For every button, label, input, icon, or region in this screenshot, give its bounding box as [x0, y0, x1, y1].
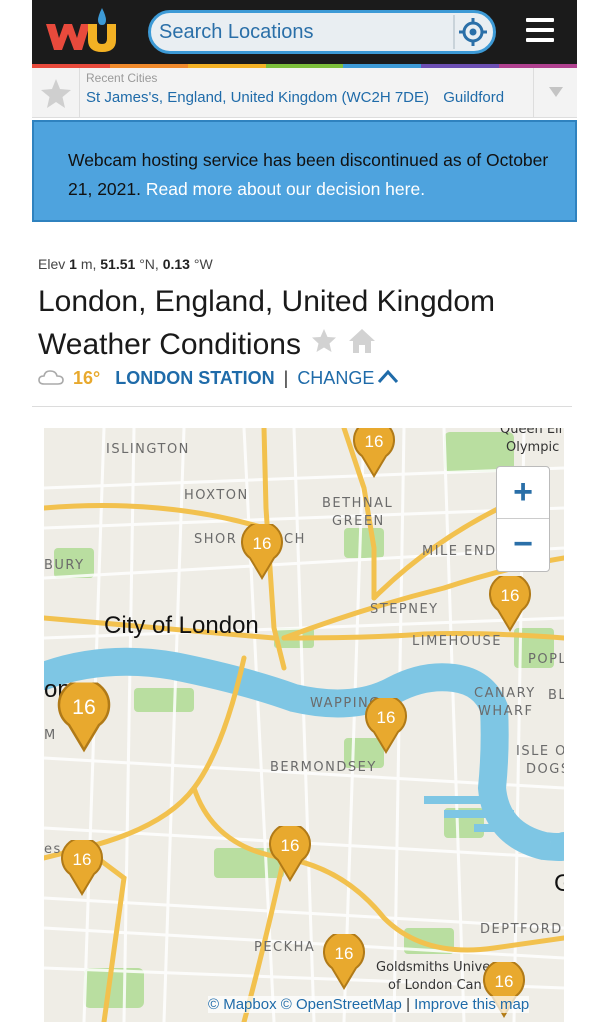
chevron-up-icon: [378, 369, 399, 384]
latitude-value: 51.51: [100, 256, 136, 272]
station-pin[interactable]: 16: [352, 428, 396, 478]
map-label: POPL: [528, 652, 564, 667]
map-label: ISLINGTON: [106, 442, 190, 457]
locate-button[interactable]: [453, 15, 489, 49]
recent-cities-label: Recent Cities: [86, 71, 158, 85]
elevation-value: 1: [69, 256, 77, 272]
station-pin[interactable]: 16: [268, 823, 312, 882]
map-label: CH: [284, 532, 306, 547]
app-frame: Recent Cities St James's, England, Unite…: [32, 0, 577, 1024]
favorite-location-button[interactable]: [309, 325, 339, 368]
map-label: Olympic: [506, 440, 560, 455]
map-label: BURY: [44, 558, 85, 573]
triangle-down-icon: [549, 87, 563, 97]
pin-temperature: 16: [500, 586, 520, 605]
openstreetmap-link[interactable]: © OpenStreetMap: [281, 996, 402, 1013]
star-icon: [311, 328, 336, 352]
home-icon: [348, 328, 375, 353]
page: Recent Cities St James's, England, Unite…: [0, 0, 608, 1024]
set-home-button[interactable]: [347, 325, 377, 368]
wu-logo[interactable]: [42, 6, 122, 58]
station-pin[interactable]: 16: [364, 695, 408, 754]
map-label: Goldsmiths Unive: [376, 960, 491, 975]
station-row: 16° LONDON STATION | CHANGE: [38, 368, 400, 390]
map-label: ISLE O: [516, 744, 564, 759]
star-icon: [41, 79, 71, 108]
map-label: BL: [548, 688, 564, 703]
map-label: BERMONDSEY: [270, 760, 377, 775]
map-label: Queen Eli: [500, 428, 563, 437]
map-label: SHOR: [194, 532, 238, 547]
station-pin-selected[interactable]: 16: [57, 678, 112, 753]
station-name-link[interactable]: LONDON STATION: [115, 368, 274, 388]
notice-text: Webcam hosting service has been disconti…: [68, 146, 558, 204]
crosshair-icon: [459, 18, 487, 46]
map-label: STEPNEY: [370, 602, 439, 617]
map-label: CANARY: [474, 686, 536, 701]
station-pin[interactable]: 16: [60, 837, 104, 896]
map-label: BETHNAL: [322, 496, 394, 511]
map-label: M: [44, 728, 57, 743]
menu-button[interactable]: [526, 18, 556, 46]
divider: [32, 406, 572, 407]
pin-temperature: 16: [334, 944, 354, 963]
map-label: LIMEHOUSE: [412, 634, 502, 649]
pin-temperature: 16: [72, 850, 92, 869]
pin-temperature: 16: [364, 432, 384, 451]
recent-city-link[interactable]: St James's, England, United Kingdom (WC2…: [86, 89, 429, 106]
map-zoom-controls: + −: [496, 466, 550, 572]
station-pin[interactable]: 16: [240, 521, 284, 580]
map-label: DEPTFORD: [480, 922, 563, 937]
map-label: WHARF: [478, 704, 534, 719]
pin-temperature: 16: [494, 972, 514, 991]
station-pin[interactable]: 16: [488, 573, 532, 632]
mapbox-link[interactable]: © Mapbox: [208, 996, 277, 1013]
map-label: G: [554, 870, 564, 897]
recent-cities-list: St James's, England, United Kingdom (WC2…: [86, 89, 532, 106]
map-label: MILE END: [422, 544, 497, 559]
notice-read-more-link[interactable]: Read more about our decision here.: [146, 179, 425, 199]
station-pin[interactable]: 16: [322, 931, 366, 990]
zoom-out-button[interactable]: −: [497, 519, 549, 571]
recent-cities-bar: Recent Cities St James's, England, Unite…: [32, 68, 577, 118]
change-station-button[interactable]: CHANGE: [297, 368, 400, 388]
map-label: DOGS: [526, 762, 564, 777]
search-input[interactable]: [159, 17, 445, 47]
top-bar: [32, 0, 577, 68]
map-label: PECKHA: [254, 940, 316, 955]
recent-city-link[interactable]: Guildford: [443, 89, 504, 106]
zoom-in-button[interactable]: +: [497, 467, 549, 519]
elevation-coordinates: Elev 1 m, 51.51 °N, 0.13 °W: [38, 256, 213, 272]
map-label: HOXTON: [184, 488, 249, 503]
pin-temperature: 16: [252, 534, 272, 553]
favorite-button[interactable]: [32, 68, 80, 118]
cloud-icon: [38, 370, 64, 385]
pin-temperature: 16: [376, 708, 396, 727]
station-map[interactable]: ISLINGTON HOXTON BETHNAL GREEN SHOR CH M…: [44, 428, 564, 1022]
map-attribution: © Mapbox © OpenStreetMap | Improve this …: [208, 996, 530, 1013]
pin-temperature: 16: [72, 695, 96, 719]
map-label: of London Can: [388, 978, 482, 993]
improve-map-link[interactable]: Improve this map: [414, 996, 529, 1013]
longitude-value: 0.13: [162, 256, 190, 272]
search-box: [148, 10, 496, 54]
webcam-notice: Webcam hosting service has been disconti…: [32, 120, 577, 222]
map-label: GREEN: [332, 514, 385, 529]
station-separator: |: [283, 368, 289, 388]
pin-temperature: 16: [280, 836, 300, 855]
current-temperature: 16°: [73, 368, 101, 388]
page-title: London, England, United Kingdom Weather …: [38, 280, 558, 368]
map-label-city: City of London: [104, 612, 259, 639]
wu-logo-icon: [46, 8, 116, 52]
hamburger-icon: [526, 18, 554, 22]
recent-dropdown-button[interactable]: [533, 68, 577, 118]
